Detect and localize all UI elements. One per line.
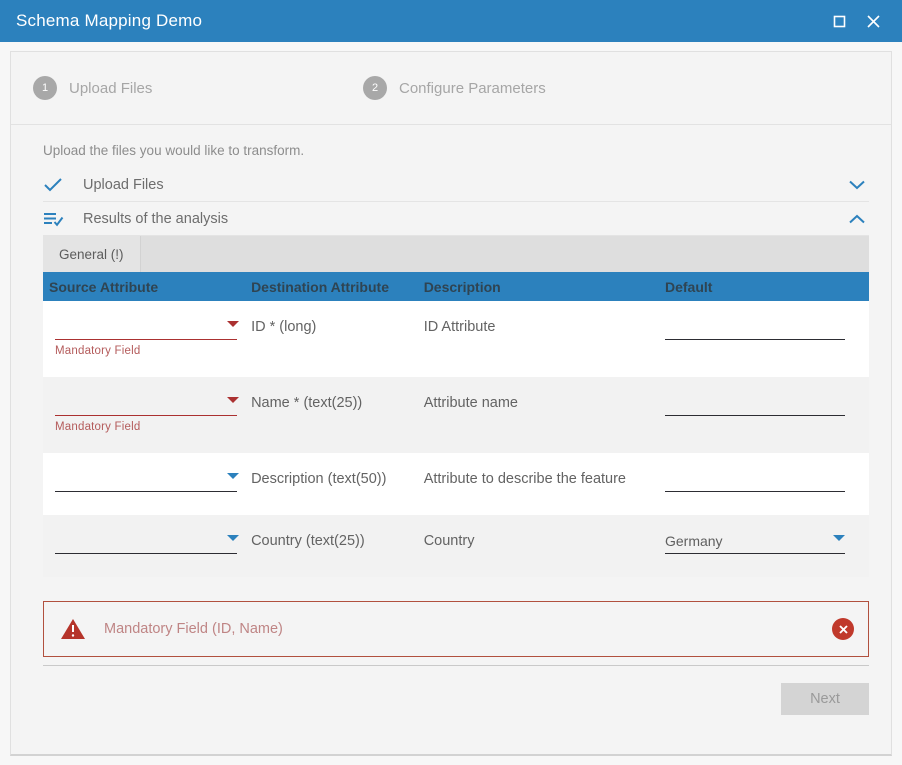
- tab-strip: General (!): [43, 236, 869, 272]
- chevron-up-icon[interactable]: [849, 214, 869, 224]
- intro-text: Upload the files you would like to trans…: [11, 125, 891, 168]
- wizard-footer: Next: [11, 666, 891, 754]
- description-cell: Attribute to describe the feature: [424, 470, 665, 487]
- table-row: Country (text(25)) Country Germany: [43, 515, 869, 577]
- default-value-input[interactable]: [665, 394, 845, 416]
- column-header-source-attribute: Source Attribute: [43, 279, 251, 295]
- source-attribute-dropdown[interactable]: [55, 532, 237, 554]
- table-header-row: Source Attribute Destination Attribute D…: [43, 272, 869, 301]
- panel-upload-files[interactable]: Upload Files: [43, 168, 869, 202]
- default-value-dropdown[interactable]: Germany: [665, 532, 845, 554]
- wizard-container: 1 Upload Files 2 Configure Parameters Up…: [10, 51, 892, 756]
- description-cell: ID Attribute: [424, 318, 665, 335]
- step-2-number: 2: [363, 76, 387, 100]
- step-upload-files[interactable]: 1 Upload Files: [33, 76, 363, 100]
- next-button[interactable]: Next: [781, 683, 869, 715]
- step-1-label: Upload Files: [69, 80, 152, 97]
- table-row: Mandatory Field Name * (text(25)) Attrib…: [43, 377, 869, 453]
- default-value-input[interactable]: [665, 470, 845, 492]
- description-cell: Attribute name: [424, 394, 665, 411]
- chevron-down-icon[interactable]: [849, 180, 869, 190]
- destination-attribute-cell: Name * (text(25)): [251, 394, 424, 411]
- column-header-default: Default: [665, 279, 869, 295]
- step-configure-parameters[interactable]: 2 Configure Parameters: [363, 76, 546, 100]
- warning-triangle-icon: [60, 618, 94, 641]
- chevron-down-icon: [227, 397, 239, 403]
- source-attribute-dropdown[interactable]: [55, 318, 237, 340]
- close-circle-icon[interactable]: [832, 618, 854, 640]
- chevron-down-icon: [227, 473, 239, 479]
- source-attribute-dropdown[interactable]: [55, 470, 237, 492]
- column-header-destination-attribute: Destination Attribute: [251, 279, 424, 295]
- close-x-icon[interactable]: [856, 4, 890, 38]
- destination-attribute-cell: ID * (long): [251, 318, 424, 335]
- default-value-input[interactable]: [665, 318, 845, 340]
- error-alert: Mandatory Field (ID, Name): [43, 601, 869, 657]
- table-row: Description (text(50)) Attribute to desc…: [43, 453, 869, 515]
- description-cell: Country: [424, 532, 665, 549]
- step-2-label: Configure Parameters: [399, 80, 546, 97]
- default-value-text: Germany: [665, 533, 723, 549]
- window-title-bar: Schema Mapping Demo: [0, 0, 902, 42]
- column-header-description: Description: [424, 279, 665, 295]
- source-attribute-error: Mandatory Field: [55, 421, 251, 433]
- chevron-down-icon: [227, 535, 239, 541]
- maximize-square-icon[interactable]: [822, 4, 856, 38]
- chevron-down-icon: [833, 535, 845, 541]
- window-title: Schema Mapping Demo: [16, 11, 822, 31]
- step-indicator: 1 Upload Files 2 Configure Parameters: [11, 52, 891, 125]
- step-1-number: 1: [33, 76, 57, 100]
- chevron-down-icon: [227, 321, 239, 327]
- panel-upload-files-title: Upload Files: [83, 177, 849, 193]
- check-icon: [43, 177, 83, 193]
- panel-results-title: Results of the analysis: [83, 211, 849, 227]
- source-attribute-error: Mandatory Field: [55, 345, 251, 357]
- wizard-body: Upload the files you would like to trans…: [11, 125, 891, 754]
- panel-results-of-analysis[interactable]: Results of the analysis: [43, 202, 869, 236]
- tab-general-label: General (!): [59, 247, 124, 262]
- list-check-icon: [43, 211, 83, 227]
- tab-general[interactable]: General (!): [43, 236, 141, 272]
- mapping-table: Source Attribute Destination Attribute D…: [43, 272, 869, 577]
- source-attribute-dropdown[interactable]: [55, 394, 237, 416]
- destination-attribute-cell: Description (text(50)): [251, 470, 424, 487]
- table-row: Mandatory Field ID * (long) ID Attribute: [43, 301, 869, 377]
- error-alert-message: Mandatory Field (ID, Name): [94, 621, 832, 637]
- destination-attribute-cell: Country (text(25)): [251, 532, 424, 549]
